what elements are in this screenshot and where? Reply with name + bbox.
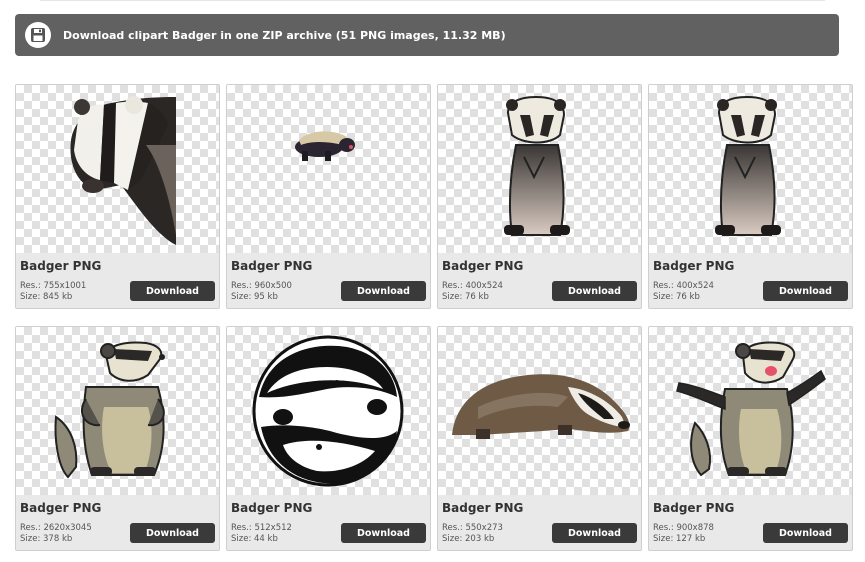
- card-filesize: Size: 76 kb: [442, 292, 489, 302]
- clipart-card: Badger PNG Res.: 2620x3045 Size: 378 kb …: [15, 326, 220, 551]
- card-resolution: Res.: 2620x3045: [20, 523, 92, 533]
- clipart-card: Badger PNG Res.: 400x524 Size: 76 kb Dow…: [648, 84, 853, 309]
- card-resolution: Res.: 550x273: [442, 523, 503, 533]
- zip-download-banner[interactable]: Download clipart Badger in one ZIP archi…: [15, 14, 839, 56]
- clipart-card: Badger PNG Res.: 900x878 Size: 127 kb Do…: [648, 326, 853, 551]
- card-title: Badger PNG: [231, 501, 313, 515]
- badger-face-photo-thumbnail[interactable]: [16, 85, 219, 253]
- download-button[interactable]: Download: [341, 523, 426, 543]
- dabbing-badger-thumbnail[interactable]: [649, 327, 852, 495]
- card-resolution: Res.: 900x878: [653, 523, 714, 533]
- badger-yin-yang-thumbnail[interactable]: [227, 327, 430, 495]
- small-badger-thumbnail[interactable]: [227, 85, 430, 253]
- top-divider: [40, 0, 825, 1]
- clipart-card: Badger PNG Res.: 550x273 Size: 203 kb Do…: [437, 326, 642, 551]
- floppy-disk-icon: [25, 22, 51, 48]
- standing-badger-thumbnail[interactable]: [649, 85, 852, 253]
- card-resolution: Res.: 512x512: [231, 523, 292, 533]
- clipart-card: Badger PNG Res.: 960x500 Size: 95 kb Dow…: [226, 84, 431, 309]
- card-filesize: Size: 95 kb: [231, 292, 278, 302]
- card-title: Badger PNG: [653, 259, 735, 273]
- card-filesize: Size: 378 kb: [20, 534, 73, 544]
- standing-badger-thumbnail[interactable]: [438, 85, 641, 253]
- card-title: Badger PNG: [442, 501, 524, 515]
- card-filesize: Size: 203 kb: [442, 534, 495, 544]
- card-resolution: Res.: 755x1001: [20, 281, 87, 291]
- clipart-card: Badger PNG Res.: 755x1001 Size: 845 kb D…: [15, 84, 220, 309]
- card-filesize: Size: 127 kb: [653, 534, 706, 544]
- cartoon-badger-thumbnail[interactable]: [16, 327, 219, 495]
- zip-banner-text: Download clipart Badger in one ZIP archi…: [63, 28, 506, 42]
- download-button[interactable]: Download: [552, 523, 637, 543]
- download-button[interactable]: Download: [763, 523, 848, 543]
- clipart-card: Badger PNG Res.: 400x524 Size: 76 kb Dow…: [437, 84, 642, 309]
- card-title: Badger PNG: [653, 501, 735, 515]
- download-button[interactable]: Download: [763, 281, 848, 301]
- card-resolution: Res.: 400x524: [442, 281, 503, 291]
- card-title: Badger PNG: [231, 259, 313, 273]
- walking-badger-photo-thumbnail[interactable]: [438, 327, 641, 495]
- card-filesize: Size: 845 kb: [20, 292, 73, 302]
- card-title: Badger PNG: [442, 259, 524, 273]
- card-resolution: Res.: 960x500: [231, 281, 292, 291]
- clipart-card: Badger PNG Res.: 512x512 Size: 44 kb Dow…: [226, 326, 431, 551]
- download-button[interactable]: Download: [130, 281, 215, 301]
- card-filesize: Size: 44 kb: [231, 534, 278, 544]
- download-button[interactable]: Download: [341, 281, 426, 301]
- download-button[interactable]: Download: [552, 281, 637, 301]
- card-filesize: Size: 76 kb: [653, 292, 700, 302]
- card-title: Badger PNG: [20, 501, 102, 515]
- card-resolution: Res.: 400x524: [653, 281, 714, 291]
- card-title: Badger PNG: [20, 259, 102, 273]
- download-button[interactable]: Download: [130, 523, 215, 543]
